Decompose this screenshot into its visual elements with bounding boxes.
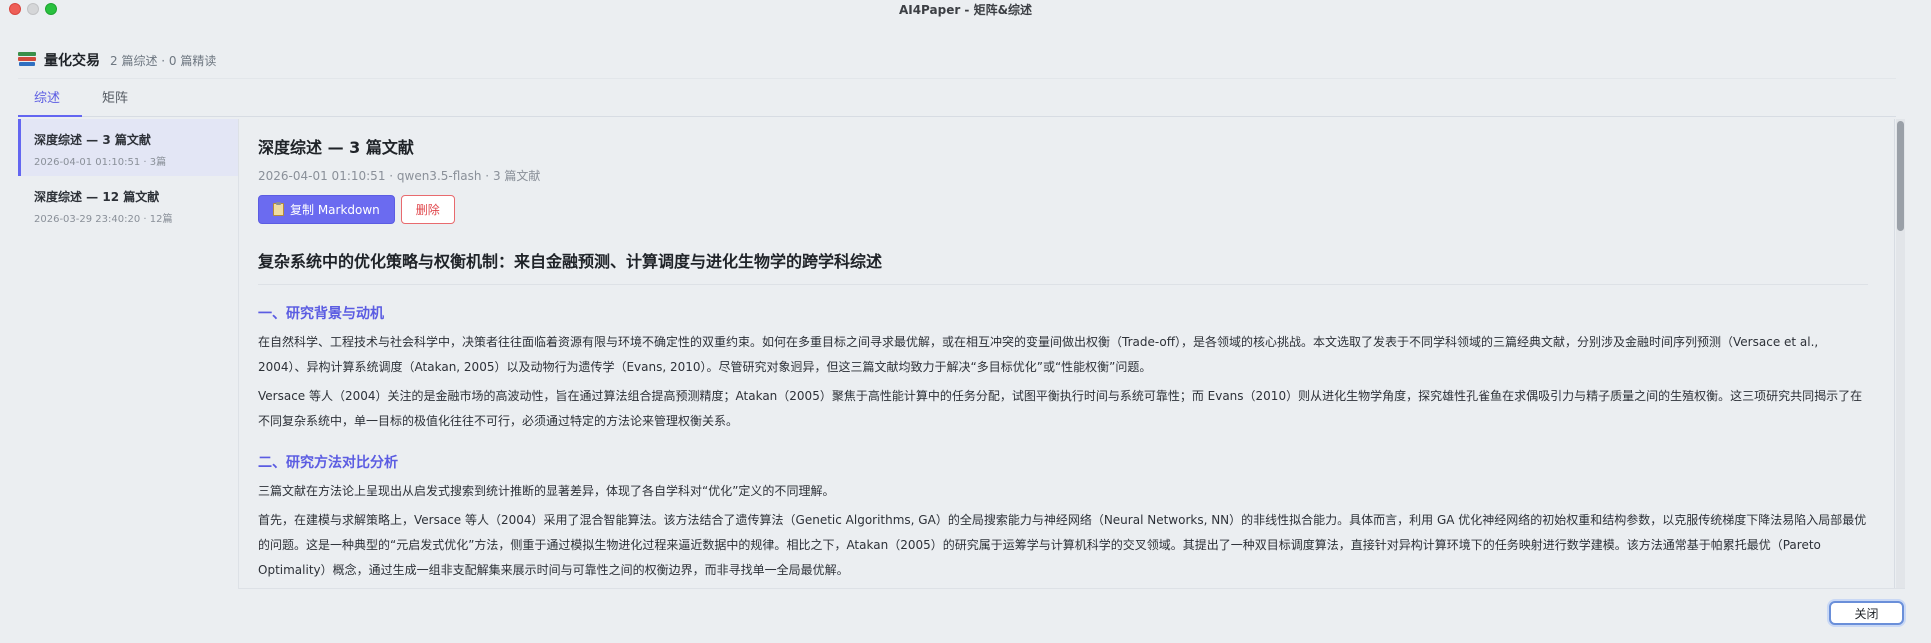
view-tabs: 综述 矩阵 [18,78,1896,117]
section-heading: 二、研究方法对比分析 [258,455,398,471]
content-frame-edge [1894,119,1895,589]
review-list-item[interactable]: 深度综述 — 3 篇文献 2026-04-01 01:10:51 · 3篇 [18,119,238,176]
delete-button[interactable]: 删除 [400,195,455,224]
content-scrollbar[interactable] [1896,119,1905,589]
minimize-window-icon[interactable] [27,3,39,15]
sidebar-divider [238,119,239,589]
review-content: 深度综述 — 3 篇文献 2026-04-01 01:10:51 · qwen3… [258,119,1888,589]
window-controls [9,3,57,15]
active-tab-indicator [18,115,82,117]
window-title: AI4Paper - 矩阵&综述 [898,2,1033,17]
article-title: 复杂系统中的优化策略与权衡机制：来自金融预测、计算调度与进化生物学的跨学科综述 [258,248,1868,285]
close-window-icon[interactable] [9,3,21,15]
tab-matrix[interactable]: 矩阵 [102,87,128,106]
content-frame-bottom [238,588,1905,589]
zoom-window-icon[interactable] [45,3,57,15]
copy-markdown-button[interactable]: 复制 Markdown [258,195,395,224]
collection-header: 量化交易 2 篇综述 · 0 篇精读 [18,50,216,70]
paragraph: 在自然科学、工程技术与社会科学中，决策者往往面临着资源有限与环境不确定性的双重约… [258,335,1819,374]
review-item-title: 深度综述 — 3 篇文献 [34,133,151,147]
tab-review[interactable]: 综述 [34,87,60,106]
paragraph: 首先，在建模与求解策略上，Versace 等人（2004）采用了混合智能算法。该… [258,513,1867,577]
paragraph: Versace 等人（2004）关注的是金融市场的高波动性，旨在通过算法组合提高… [258,389,1863,428]
collection-title: 量化交易 [44,53,100,69]
review-actions: 复制 Markdown 删除 [258,195,1888,224]
title-bar: AI4Paper - 矩阵&综述 [0,0,1931,18]
copy-markdown-label: 复制 Markdown [290,203,380,217]
review-title: 深度综述 — 3 篇文献 [258,138,414,157]
close-button[interactable]: 关闭 [1829,601,1904,625]
scrollbar-thumb[interactable] [1897,121,1904,231]
collection-meta: 2 篇综述 · 0 篇精读 [110,53,217,68]
review-list: 深度综述 — 3 篇文献 2026-04-01 01:10:51 · 3篇 深度… [18,119,238,589]
review-item-meta: 2026-03-29 23:40:20 · 12篇 [34,214,173,225]
review-list-item[interactable]: 深度综述 — 12 篇文献 2026-03-29 23:40:20 · 12篇 [18,176,238,233]
books-icon [18,52,36,68]
paragraph: 三篇文献在方法论上呈现出从启发式搜索到统计推断的显著差异，体现了各自学科对“优化… [258,484,835,498]
clipboard-icon [273,202,284,216]
review-item-meta: 2026-04-01 01:10:51 · 3篇 [34,157,167,168]
review-meta: 2026-04-01 01:10:51 · qwen3.5-flash · 3 … [258,169,541,183]
section-heading: 一、研究背景与动机 [258,306,384,322]
review-item-title: 深度综述 — 12 篇文献 [34,190,160,204]
